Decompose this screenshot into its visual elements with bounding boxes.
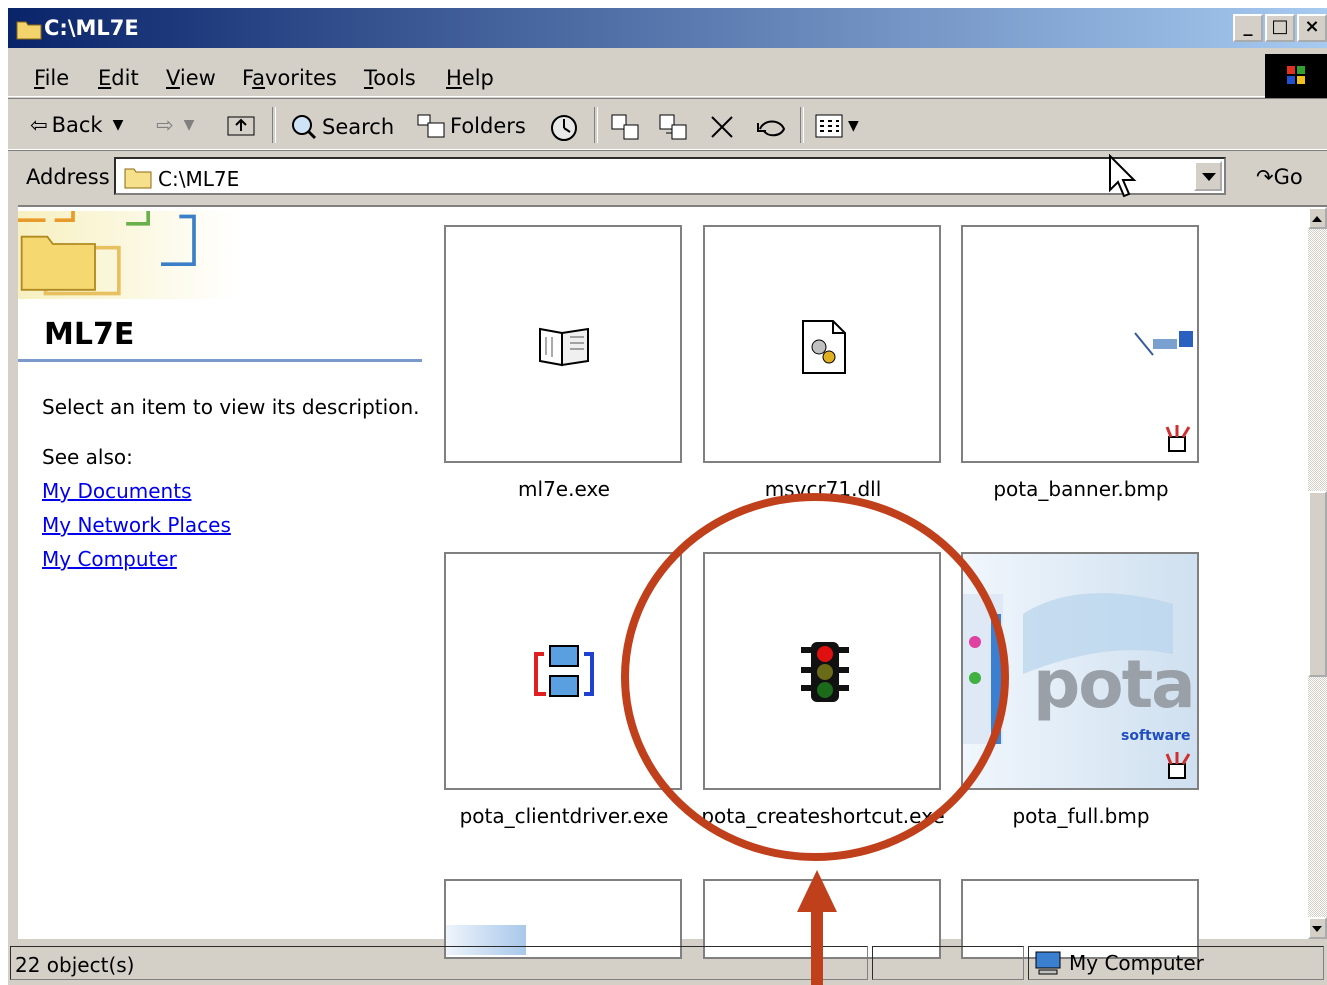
file-name: pota_createshortcut.exe: [701, 804, 945, 828]
delete-button[interactable]: [708, 113, 736, 141]
toolbar-separator: [272, 107, 276, 143]
web-view-pane: ML7E Select an item to view its descript…: [18, 207, 428, 939]
history-icon: [551, 115, 577, 141]
folder-view: ML7E Select an item to view its descript…: [18, 205, 1327, 959]
file-tile-ml7e[interactable]: [444, 225, 682, 463]
move-to-icon: [611, 114, 639, 140]
scroll-up-button[interactable]: [1308, 207, 1327, 229]
my-computer-icon: [1035, 951, 1061, 975]
menu-edit[interactable]: Edit: [98, 66, 139, 90]
windows-logo-icon: [1265, 54, 1327, 98]
search-icon: [292, 115, 317, 140]
menu-tools[interactable]: Tools: [364, 66, 416, 90]
file-tile-pota-createshortcut[interactable]: [703, 552, 941, 790]
scroll-down-button[interactable]: [1308, 917, 1327, 939]
file-name: pota_banner.bmp: [993, 477, 1169, 501]
menu-view[interactable]: View: [166, 66, 216, 90]
close-button[interactable]: ×: [1297, 14, 1327, 42]
link-my-computer[interactable]: My Computer: [42, 547, 177, 571]
address-dropdown-button[interactable]: [1194, 161, 1222, 191]
chevron-up-icon: [1312, 216, 1322, 222]
paint-brush-icon: [1165, 425, 1191, 452]
book-icon: [539, 327, 589, 367]
chevron-down-icon: [1312, 926, 1322, 932]
paint-brush-icon: [1165, 752, 1191, 779]
address-input[interactable]: C:\ML7E: [114, 157, 1226, 195]
toolbar-separator: [594, 107, 598, 143]
see-also-label: See also:: [42, 445, 133, 469]
menu-favorites[interactable]: Favorites: [242, 66, 337, 90]
maximize-button[interactable]: □: [1265, 14, 1295, 42]
chevron-down-icon: ▼: [848, 118, 859, 134]
page-title: ML7E: [44, 317, 135, 352]
file-name: pota_clientdriver.exe: [459, 804, 669, 828]
folders-button[interactable]: Folders: [416, 113, 526, 139]
file-name: pota_full.bmp: [1012, 804, 1150, 828]
status-zone: My Computer: [1028, 946, 1324, 980]
address-label: Address: [26, 165, 110, 189]
up-folder-button[interactable]: [226, 113, 256, 137]
views-icon: [815, 114, 843, 138]
window-title: C:\ML7E: [44, 16, 139, 40]
folder-icon: [16, 21, 42, 40]
file-tile-msvcr71[interactable]: [703, 225, 941, 463]
undo-button[interactable]: [754, 113, 788, 141]
file-name: msvcr71.dll: [764, 477, 882, 501]
item-description: Select an item to view its description.: [42, 395, 420, 419]
pota-logo-text: pota: [1033, 646, 1196, 723]
chevron-down-icon: ▼: [112, 117, 124, 133]
status-bar: 22 object(s) My Computer: [8, 940, 1327, 985]
bitmap-thumbnail: [1134, 331, 1193, 356]
forward-button[interactable]: ⇨ ▼: [156, 113, 194, 137]
search-button[interactable]: Search: [288, 113, 394, 141]
menu-help[interactable]: Help: [446, 66, 494, 90]
file-name: ml7e.exe: [518, 477, 610, 501]
chevron-down-icon: ▼: [183, 117, 195, 133]
undo-icon: [757, 120, 786, 137]
status-object-count: 22 object(s): [10, 946, 868, 980]
history-button[interactable]: [548, 113, 580, 143]
forward-arrow-icon: ⇨: [156, 113, 174, 137]
delete-icon: [711, 116, 733, 138]
title-bar[interactable]: C:\ML7E _ □ ×: [8, 8, 1327, 48]
pota-logo-subtext: software: [1121, 728, 1191, 744]
copy-to-button[interactable]: [658, 113, 690, 141]
move-to-button[interactable]: [610, 113, 642, 141]
divider: [18, 359, 422, 362]
up-folder-icon: [227, 116, 255, 136]
standard-toolbar: ⇦ Back ▼ ⇨ ▼ Search Folders ▼: [8, 98, 1327, 150]
toolbar-separator: [800, 107, 804, 143]
link-my-documents[interactable]: My Documents: [42, 479, 191, 503]
address-value: C:\ML7E: [158, 167, 240, 191]
traffic-light-icon: [801, 642, 849, 702]
go-button[interactable]: ↷Go: [1256, 165, 1303, 189]
scroll-thumb[interactable]: [1308, 491, 1327, 677]
views-button[interactable]: ▼: [814, 113, 859, 139]
folder-icon: [124, 168, 152, 189]
minimize-button[interactable]: _: [1233, 14, 1263, 42]
menu-file[interactable]: File: [34, 66, 69, 90]
status-panel: [872, 946, 1024, 980]
folders-icon: [417, 114, 445, 138]
vertical-scrollbar[interactable]: [1308, 207, 1327, 939]
back-arrow-icon: ⇦: [30, 113, 48, 137]
dll-gear-icon: [802, 320, 846, 374]
file-tile-pota-full[interactable]: pota software: [961, 552, 1199, 790]
folder-banner-art: [18, 211, 238, 299]
link-my-network-places[interactable]: My Network Places: [42, 513, 231, 537]
network-computers-icon: [534, 645, 594, 697]
file-tile-pota-clientdriver[interactable]: [444, 552, 682, 790]
copy-to-icon: [659, 114, 687, 140]
go-arrow-icon: ↷: [1256, 165, 1274, 189]
menu-bar: File Edit View Favorites Tools Help: [8, 52, 1327, 97]
explorer-window: C:\ML7E _ □ × File Edit View Favorites T…: [8, 8, 1327, 985]
mouse-cursor-icon: [1109, 154, 1137, 198]
back-button[interactable]: ⇦ Back ▼: [30, 113, 123, 137]
file-tile-pota-banner[interactable]: [961, 225, 1199, 463]
